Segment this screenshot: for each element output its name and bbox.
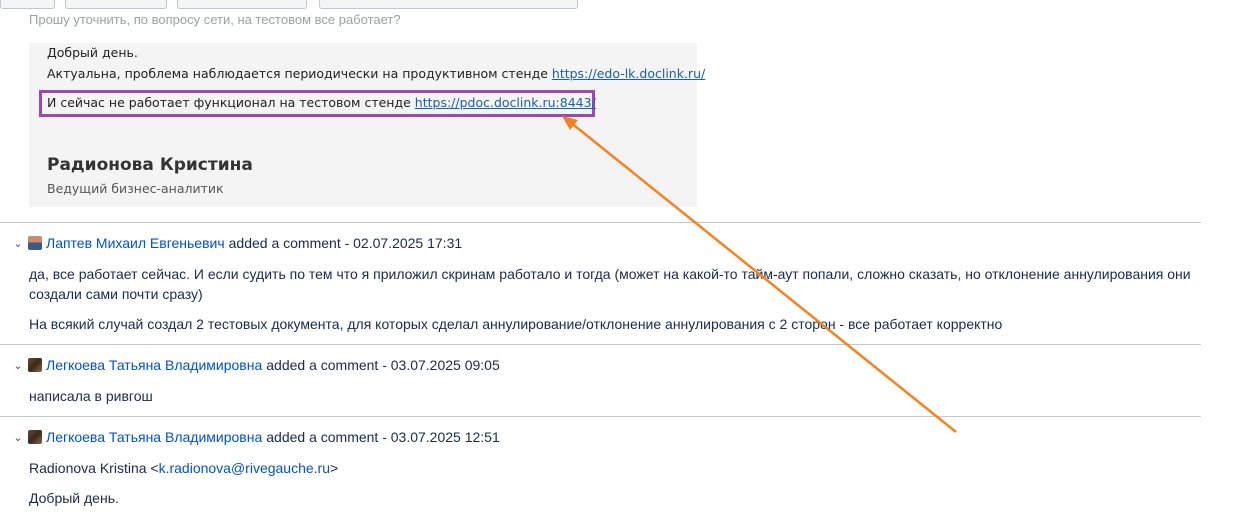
user-avatar-icon xyxy=(28,358,42,372)
toolbar-button[interactable] xyxy=(65,0,167,9)
comment-divider xyxy=(0,344,1201,345)
comment-paragraph: написала в ривгош xyxy=(29,388,153,404)
comment-author[interactable]: Легкоева Татьяна Владимировна xyxy=(46,429,262,445)
quote-link-test[interactable]: https://pdoc.doclink.ru:8443/ xyxy=(415,95,596,110)
comment-header: ⌄ Легкоева Татьяна Владимировна added a … xyxy=(12,356,500,374)
quote-link-prod[interactable]: https://edo-lk.doclink.ru/ xyxy=(552,66,705,81)
comment-meta: added a comment - 03.07.2025 09:05 xyxy=(266,357,500,373)
user-avatar-icon xyxy=(28,430,42,444)
chevron-down-icon[interactable]: ⌄ xyxy=(12,359,24,372)
comment-from-line: Radionova Kristina <k.radionova@rivegauc… xyxy=(29,460,339,476)
quote-greeting: Добрый день. xyxy=(47,45,138,60)
comment-header: ⌄ Лаптев Михаил Евгеньевич added a comme… xyxy=(12,234,462,252)
toolbar-button-group[interactable] xyxy=(319,0,578,9)
comment-paragraph: На всякий случай создал 2 тестовых докум… xyxy=(29,316,1003,332)
comment-divider xyxy=(0,416,1201,417)
toolbar-button-group[interactable] xyxy=(177,0,307,9)
signature-name: Радионова Кристина xyxy=(47,155,253,175)
quoted-cut-line: Прошу уточнить, по вопросу сети, на тест… xyxy=(29,12,401,27)
email-link[interactable]: k.radionova@rivegauche.ru xyxy=(159,460,330,476)
comment-paragraph: да, все работает сейчас. И если судить п… xyxy=(29,266,1191,302)
comment-meta: added a comment - 02.07.2025 17:31 xyxy=(228,235,463,251)
chevron-down-icon[interactable]: ⌄ xyxy=(12,431,24,444)
comment-meta: added a comment - 03.07.2025 12:51 xyxy=(266,429,500,445)
comment-header: ⌄ Легкоева Татьяна Владимировна added a … xyxy=(12,428,500,446)
quote-line-2: И сейчас не работает функционал на тесто… xyxy=(47,95,596,110)
comment-author[interactable]: Легкоева Татьяна Владимировна xyxy=(46,357,262,373)
comment-author[interactable]: Лаптев Михаил Евгеньевич xyxy=(46,235,225,251)
quoted-email-image: Добрый день. Актуальна, проблема наблюда… xyxy=(29,43,705,207)
toolbar-button[interactable] xyxy=(0,0,55,9)
user-avatar-icon xyxy=(28,236,42,250)
signature-role: Ведущий бизнес-аналитик xyxy=(47,181,224,196)
comment-paragraph: Добрый день. xyxy=(29,490,119,506)
quote-line-1: Актуальна, проблема наблюдается периодич… xyxy=(47,66,706,81)
chevron-down-icon[interactable]: ⌄ xyxy=(12,237,24,250)
comment-divider xyxy=(0,222,1201,223)
